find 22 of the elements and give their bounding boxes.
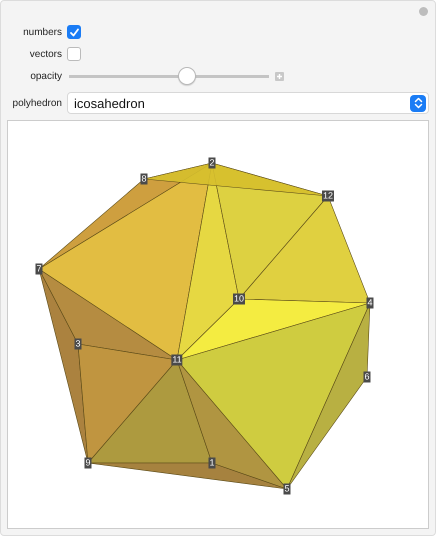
expand-icon[interactable] bbox=[275, 72, 284, 80]
checkbox[interactable] bbox=[67, 25, 81, 39]
vertex-label: 1 bbox=[208, 458, 216, 468]
control-label: polyhedron bbox=[12, 98, 62, 108]
vertex-label: 9 bbox=[84, 458, 92, 468]
control-label: opacity bbox=[29, 70, 62, 82]
vertex-label: 10 bbox=[233, 294, 245, 304]
vertex-label: 4 bbox=[366, 298, 374, 308]
vertex-label: 5 bbox=[284, 484, 290, 494]
dropdown[interactable]: icosahedron bbox=[67, 92, 429, 114]
vertex-label: 2 bbox=[208, 158, 216, 168]
vertex-label: 8 bbox=[140, 174, 148, 184]
chevron-updown-icon[interactable] bbox=[410, 94, 426, 112]
vertex-label: 3 bbox=[74, 338, 82, 350]
vertex-label: 6 bbox=[364, 372, 370, 382]
vertex-label: 12 bbox=[322, 190, 334, 202]
checkbox[interactable] bbox=[67, 47, 81, 61]
vertex-label: 7 bbox=[36, 264, 42, 274]
control-label: vectors bbox=[28, 48, 62, 60]
slider-thumb[interactable] bbox=[178, 67, 196, 85]
vertex-label: 11 bbox=[171, 354, 183, 366]
control-label: numbers bbox=[22, 26, 62, 38]
